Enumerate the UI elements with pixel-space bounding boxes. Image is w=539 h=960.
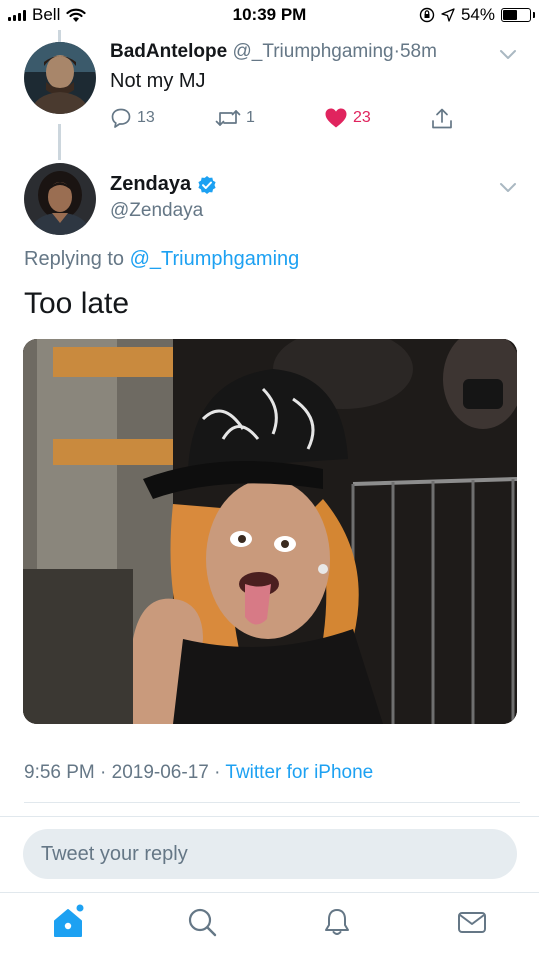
- retweet-count: 1: [246, 109, 255, 126]
- parent-tweet-handle[interactable]: @_Triumphgaming: [232, 41, 393, 62]
- main-tweet-handle[interactable]: @Zendaya: [110, 200, 203, 222]
- share-icon: [432, 108, 452, 129]
- parent-tweet-reply-button[interactable]: 13: [110, 107, 155, 129]
- tweet-photo[interactable]: [23, 339, 517, 724]
- messages-icon: [458, 912, 486, 933]
- tweet-meta: 9:56 PM · 2019-06-17 · Twitter for iPhon…: [24, 762, 373, 784]
- battery-percent: 54%: [460, 5, 495, 24]
- battery-fill: [503, 10, 518, 20]
- divider-below-meta: [24, 802, 520, 803]
- main-tweet-name-row: Zendaya: [110, 173, 217, 196]
- status-bar-right: 54%: [419, 5, 535, 25]
- tab-notifications[interactable]: [317, 902, 357, 942]
- parent-tweet-display-name[interactable]: BadAntelope: [110, 41, 227, 62]
- reply-count: 13: [137, 109, 155, 126]
- reply-placeholder: Tweet your reply: [41, 842, 188, 865]
- tweet-source-link[interactable]: Twitter for iPhone: [225, 762, 373, 783]
- main-tweet-text: Too late: [24, 287, 130, 320]
- parent-tweet-retweet-button[interactable]: 1: [215, 107, 255, 129]
- main-tweet-chevron-down-icon[interactable]: [498, 180, 518, 194]
- tab-messages[interactable]: [452, 902, 492, 942]
- notifications-icon: [325, 909, 349, 935]
- replying-to-line: Replying to @_Triumphgaming: [24, 248, 299, 271]
- status-bar: Bell 10:39 PM 54%: [0, 0, 539, 30]
- orientation-lock-icon: [419, 7, 435, 23]
- location-icon: [441, 8, 455, 22]
- tweet-timestamp: 9:56 PM · 2019-06-17 ·: [24, 762, 221, 783]
- main-tweet-avatar[interactable]: [24, 163, 96, 235]
- replying-to-link[interactable]: @_Triumphgaming: [130, 248, 300, 270]
- like-count: 23: [353, 109, 371, 126]
- home-icon: [54, 904, 84, 937]
- replying-to-prefix: Replying to: [24, 248, 125, 270]
- reply-icon: [111, 108, 131, 128]
- tweet-reply-input[interactable]: Tweet your reply: [23, 829, 517, 879]
- parent-tweet-chevron-down-icon[interactable]: [498, 47, 518, 61]
- parent-tweet-like-button[interactable]: 23: [324, 107, 371, 129]
- tab-home[interactable]: [48, 902, 88, 942]
- retweet-icon: [215, 110, 241, 126]
- thread-line-middle: [58, 124, 61, 160]
- tab-search[interactable]: [182, 902, 222, 942]
- verified-badge-icon: [198, 175, 216, 194]
- parent-tweet-avatar[interactable]: [24, 42, 96, 114]
- main-tweet-display-name[interactable]: Zendaya: [110, 173, 191, 196]
- divider-above-reply: [0, 816, 539, 817]
- parent-tweet-header: BadAntelope @_Triumphgaming·58m: [110, 41, 437, 63]
- parent-tweet-text: Not my MJ: [110, 70, 206, 92]
- parent-tweet-share-button[interactable]: [430, 107, 454, 131]
- battery-icon: [501, 8, 535, 22]
- thread-line-top: [58, 30, 61, 42]
- search-icon: [188, 908, 217, 937]
- divider-above-tabbar: [0, 892, 539, 893]
- heart-filled-icon: [325, 108, 347, 128]
- parent-tweet-time: 58m: [399, 41, 437, 62]
